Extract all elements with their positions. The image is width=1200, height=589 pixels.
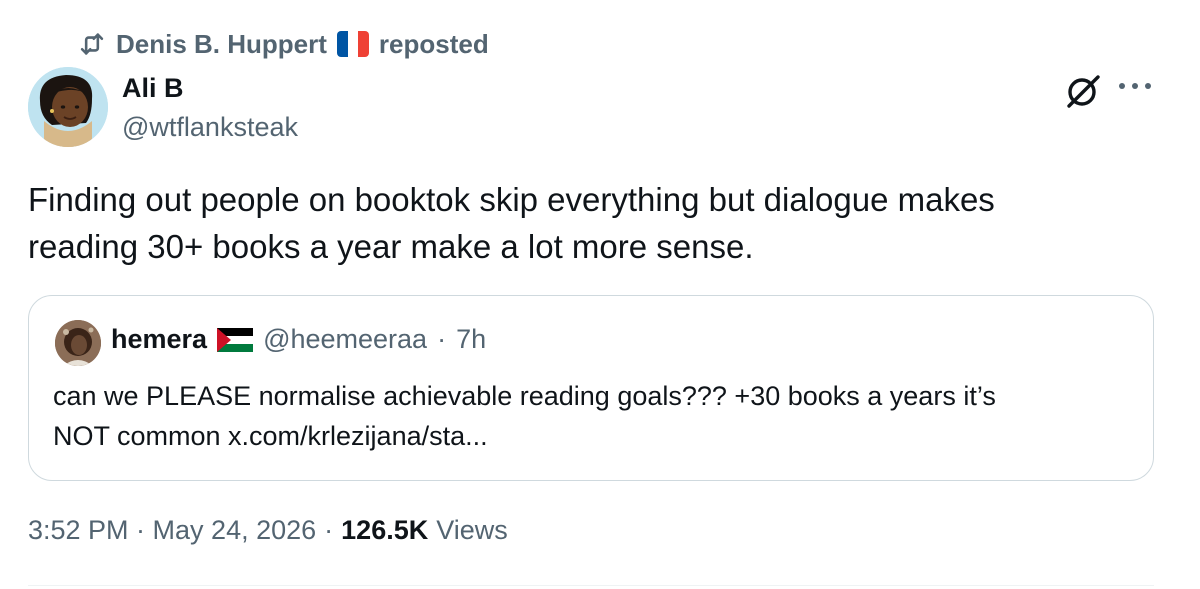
tweet-metadata: 3:52 PM · May 24, 2026 · 126.5K Views	[28, 515, 508, 546]
author-avatar[interactable]	[28, 67, 108, 147]
quoted-tweet-card[interactable]: hemera @heemeeraa · 7h can we PLEASE nor…	[28, 295, 1154, 481]
repost-icon	[78, 30, 106, 58]
repost-user-name[interactable]: Denis B. Huppert	[116, 29, 327, 60]
repost-label: reposted	[378, 28, 489, 59]
flag-palestine-icon	[217, 327, 254, 352]
views-label: Views	[436, 515, 508, 545]
grok-icon[interactable]	[1064, 72, 1102, 110]
repost-indicator[interactable]: Denis B. Huppert reposted	[78, 28, 489, 60]
quoted-author-avatar[interactable]	[55, 320, 101, 366]
tweet-timestamp[interactable]: 3:52 PM · May 24, 2026	[28, 515, 316, 546]
quoted-tweet-text: can we PLEASE normalise achievable readi…	[53, 381, 996, 451]
quoted-timestamp[interactable]: 7h	[456, 324, 486, 355]
divider	[28, 585, 1154, 586]
author-name[interactable]: Ali B	[122, 73, 184, 104]
author-handle[interactable]: @wtflanksteak	[122, 112, 298, 143]
tweet-text: Finding out people on booktok skip every…	[28, 181, 995, 265]
views-count: 126.5K	[341, 515, 429, 545]
more-options-icon[interactable]	[1115, 72, 1155, 100]
metadata-separator: ·	[324, 515, 334, 545]
flag-france-icon	[336, 31, 369, 57]
quoted-tweet-header: hemera @heemeeraa · 7h	[111, 324, 486, 355]
quoted-author-name[interactable]: hemera	[111, 324, 207, 355]
quoted-separator: ·	[437, 324, 447, 354]
quoted-author-handle[interactable]: @heemeeraa	[263, 324, 427, 355]
